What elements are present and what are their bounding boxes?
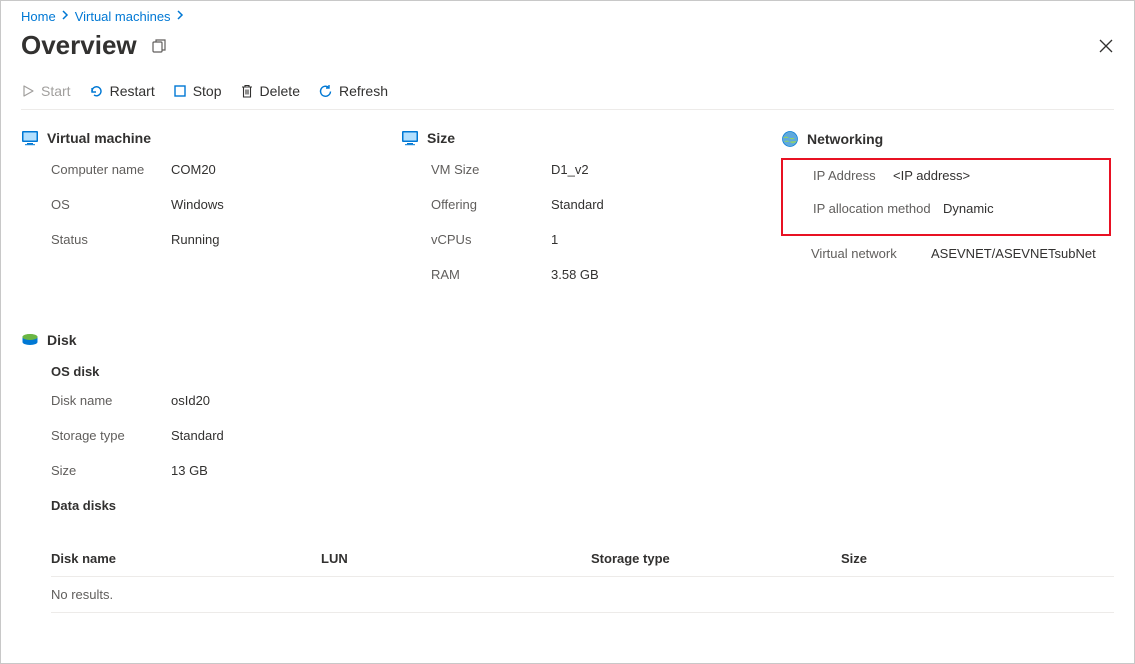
kv-val: Dynamic: [943, 201, 994, 216]
table-header: Disk name LUN Storage type Size: [51, 541, 1114, 577]
kv-key: OS: [51, 197, 171, 212]
kv-val: <IP address>: [893, 168, 970, 183]
kv-key: IP Address: [813, 168, 893, 183]
restart-label: Restart: [110, 83, 155, 99]
kv-key: Size: [51, 463, 171, 478]
networking-heading: Networking: [807, 131, 883, 147]
chevron-right-icon: [62, 10, 69, 23]
stop-label: Stop: [193, 83, 222, 99]
kv-val: COM20: [171, 162, 216, 177]
kv-val: Standard: [171, 428, 224, 443]
kv-val: 1: [551, 232, 558, 247]
kv-os: OS Windows: [21, 197, 401, 232]
kv-key: VM Size: [431, 162, 551, 177]
close-icon[interactable]: [1098, 38, 1114, 54]
breadcrumb: Home Virtual machines: [21, 1, 1114, 28]
kv-key: RAM: [431, 267, 551, 282]
size-heading: Size: [427, 130, 455, 146]
breadcrumb-home[interactable]: Home: [21, 9, 56, 24]
restart-button[interactable]: Restart: [89, 83, 155, 99]
kv-key: Disk name: [51, 393, 171, 408]
kv-key: Offering: [431, 197, 551, 212]
chevron-right-icon: [177, 10, 184, 23]
networking-highlight: IP Address <IP address> IP allocation me…: [781, 158, 1111, 236]
monitor-icon: [401, 130, 419, 146]
disk-heading: Disk: [47, 332, 77, 348]
kv-val: 3.58 GB: [551, 267, 599, 282]
col-size: Size: [841, 551, 1114, 566]
kv-val: 13 GB: [171, 463, 208, 478]
delete-button[interactable]: Delete: [240, 83, 300, 99]
networking-section: Networking IP Address <IP address> IP al…: [781, 130, 1111, 302]
start-label: Start: [41, 83, 71, 99]
globe-icon: [781, 130, 799, 148]
kv-vcpus: vCPUs 1: [401, 232, 781, 267]
copy-icon[interactable]: [151, 38, 167, 54]
data-disks-table: Disk name LUN Storage type Size No resul…: [21, 541, 1114, 613]
breadcrumb-vms[interactable]: Virtual machines: [75, 9, 171, 24]
stop-button[interactable]: Stop: [173, 83, 222, 99]
kv-val: Running: [171, 232, 219, 247]
kv-val: osId20: [171, 393, 210, 408]
kv-key: Computer name: [51, 162, 171, 177]
kv-key: vCPUs: [431, 232, 551, 247]
disk-icon: [21, 333, 39, 347]
kv-disk-storage-type: Storage type Standard: [21, 428, 1114, 463]
kv-key: Virtual network: [811, 246, 931, 261]
kv-val: Standard: [551, 197, 604, 212]
kv-val: ASEVNET/ASEVNETsubNet: [931, 246, 1096, 261]
restart-icon: [89, 84, 104, 99]
kv-vnet: Virtual network ASEVNET/ASEVNETsubNet: [781, 246, 1111, 281]
kv-vm-size: VM Size D1_v2: [401, 162, 781, 197]
kv-key: IP allocation method: [813, 201, 943, 216]
monitor-icon: [21, 130, 39, 146]
page-title: Overview: [21, 30, 137, 61]
kv-ip: IP Address <IP address>: [783, 168, 1109, 201]
col-disk-name: Disk name: [51, 551, 321, 566]
vm-heading: Virtual machine: [47, 130, 151, 146]
disk-section: Disk OS disk Disk name osId20 Storage ty…: [21, 332, 1114, 613]
kv-ram: RAM 3.58 GB: [401, 267, 781, 302]
kv-key: Storage type: [51, 428, 171, 443]
os-disk-heading: OS disk: [21, 364, 1114, 393]
delete-label: Delete: [260, 83, 300, 99]
size-section: Size VM Size D1_v2 Offering Standard vCP…: [401, 130, 781, 302]
col-lun: LUN: [321, 551, 591, 566]
kv-computer-name: Computer name COM20: [21, 162, 401, 197]
kv-disk-size: Size 13 GB: [21, 463, 1114, 498]
kv-status: Status Running: [21, 232, 401, 267]
refresh-button[interactable]: Refresh: [318, 83, 388, 99]
kv-val: Windows: [171, 197, 224, 212]
stop-icon: [173, 84, 187, 98]
start-button[interactable]: Start: [21, 83, 71, 99]
kv-offering: Offering Standard: [401, 197, 781, 232]
toolbar: Start Restart Stop Delete: [21, 69, 1114, 110]
delete-icon: [240, 84, 254, 99]
data-disks-heading: Data disks: [21, 498, 1114, 541]
refresh-icon: [318, 84, 333, 99]
table-row-empty: No results.: [51, 577, 1114, 613]
vm-section: Virtual machine Computer name COM20 OS W…: [21, 130, 401, 302]
kv-val: D1_v2: [551, 162, 589, 177]
kv-key: Status: [51, 232, 171, 247]
kv-disk-name: Disk name osId20: [21, 393, 1114, 428]
title-row: Overview: [21, 28, 1114, 69]
refresh-label: Refresh: [339, 83, 388, 99]
kv-alloc: IP allocation method Dynamic: [783, 201, 1109, 234]
play-icon: [21, 84, 35, 98]
col-storage-type: Storage type: [591, 551, 841, 566]
empty-message: No results.: [51, 587, 321, 602]
